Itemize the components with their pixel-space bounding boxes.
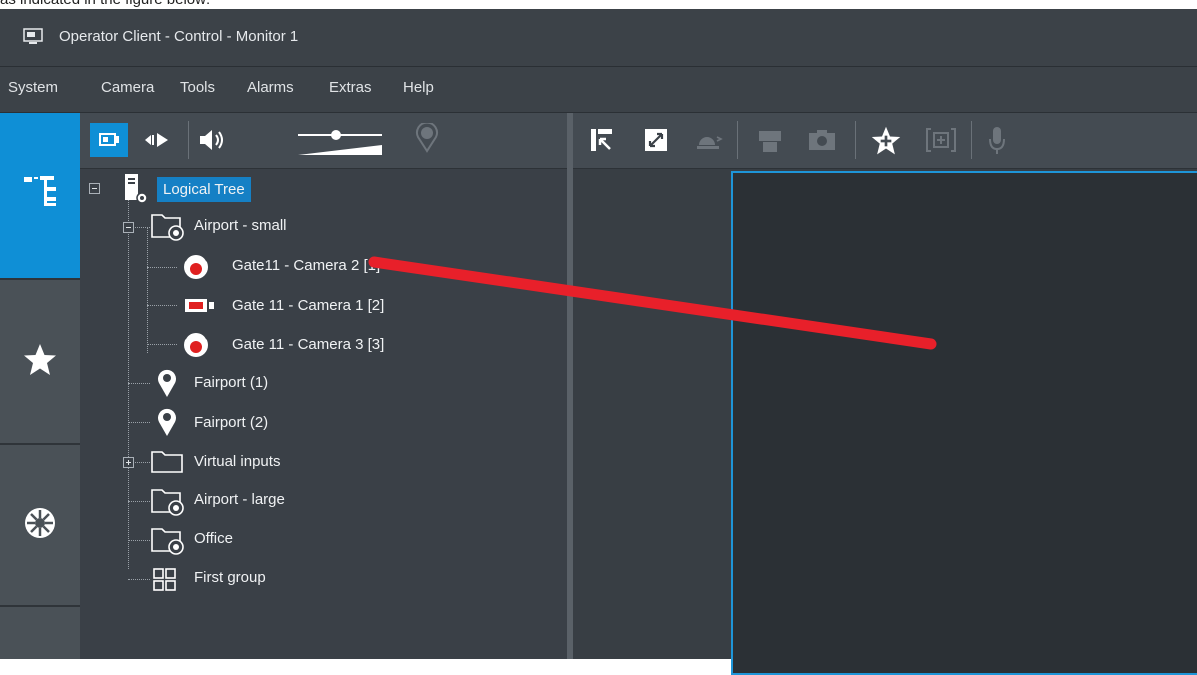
tree-guide — [147, 344, 177, 346]
tab-more[interactable] — [0, 607, 80, 659]
server-icon — [122, 172, 152, 209]
tree-guide — [128, 579, 150, 581]
app-monitor-icon — [23, 28, 43, 51]
left-tab-bar — [0, 113, 80, 659]
tree-toolbar — [80, 113, 567, 169]
toolbar-separator — [188, 121, 189, 159]
menu-alarms[interactable]: Alarms — [247, 79, 294, 96]
tree-item-first-group[interactable]: First group — [194, 569, 266, 586]
image-pane-selected[interactable] — [731, 171, 1197, 675]
tree-item-fairport-2[interactable]: Fairport (2) — [194, 414, 268, 431]
tree-root-logical-tree[interactable]: Logical Tree — [157, 177, 251, 202]
tree-item-gate11-camera2[interactable]: Gate11 - Camera 2 [1] — [232, 257, 380, 274]
window-title: Operator Client - Control - Monitor 1 — [59, 28, 299, 45]
menu-extras[interactable]: Extras — [329, 79, 372, 96]
ptz-camera-icon — [179, 329, 213, 366]
tree-item-airport-small[interactable]: Airport - small — [194, 217, 287, 234]
logical-tree: Logical Tree Airport - small Gate11 - Ca… — [80, 169, 567, 659]
map-pin-icon — [156, 368, 178, 403]
volume-slider[interactable] — [296, 125, 384, 164]
tree-item-gate11-camera1[interactable]: Gate 11 - Camera 1 [2] — [232, 297, 384, 314]
tree-guide — [128, 501, 150, 503]
toolbar-separator — [737, 121, 738, 159]
map-pin-icon — [156, 407, 178, 442]
pane-layout-icon[interactable] — [589, 127, 615, 158]
add-favorite-star-icon[interactable] — [870, 125, 902, 162]
fullscreen-icon[interactable] — [643, 127, 669, 158]
alarm-wheel-icon — [22, 505, 58, 546]
menu-tools[interactable]: Tools — [180, 79, 215, 96]
expand-virtual-inputs-toggle[interactable] — [123, 457, 134, 468]
menu-camera[interactable]: Camera — [101, 79, 154, 96]
menu-system[interactable]: System — [8, 79, 58, 96]
tree-guide — [128, 383, 150, 385]
tree-item-fairport-1[interactable]: Fairport (1) — [194, 374, 268, 391]
tab-alarms[interactable] — [0, 445, 80, 607]
operator-client-window: Operator Client - Control - Monitor 1 Sy… — [0, 9, 1197, 675]
box-camera-icon — [183, 296, 219, 321]
site-folder-icon — [150, 211, 186, 246]
logical-tree-panel: Logical Tree Airport - small Gate11 - Ca… — [80, 113, 567, 659]
site-folder-icon — [150, 486, 186, 521]
tree-item-office[interactable]: Office — [194, 530, 233, 547]
tree-guide — [128, 540, 150, 542]
toolbar-separator — [971, 121, 972, 159]
snapshot-camera-icon[interactable] — [807, 127, 837, 158]
print-icon[interactable] — [755, 127, 785, 160]
tab-favorites[interactable] — [0, 280, 80, 445]
instant-playback-icon[interactable] — [925, 127, 957, 158]
tree-guide — [128, 422, 150, 424]
image-toolbar — [573, 113, 1197, 169]
title-bar: Operator Client - Control - Monitor 1 — [0, 9, 1197, 67]
tree-guide — [128, 189, 130, 569]
tab-logical-tree[interactable] — [0, 113, 80, 280]
tree-item-airport-large[interactable]: Airport - large — [194, 491, 285, 508]
alarm-disabled-icon[interactable] — [693, 127, 723, 158]
tree-item-gate11-camera3[interactable]: Gate 11 - Camera 3 [3] — [232, 336, 384, 353]
microphone-icon[interactable] — [986, 125, 1008, 162]
star-icon — [22, 342, 58, 383]
tree-guide — [147, 227, 149, 353]
caption-text: as indicated in the figure below: — [0, 0, 210, 9]
map-location-icon[interactable] — [413, 121, 441, 158]
live-mode-button[interactable] — [90, 123, 128, 157]
tree-item-virtual-inputs[interactable]: Virtual inputs — [194, 453, 280, 470]
tree-guide — [147, 267, 177, 269]
folder-icon — [150, 449, 186, 480]
image-window-area — [573, 113, 1197, 675]
logical-tree-icon — [22, 173, 58, 214]
playback-mode-icon[interactable] — [142, 130, 172, 155]
speaker-icon[interactable] — [198, 129, 228, 156]
menu-bar: System Camera Tools Alarms Extras Help — [0, 67, 1197, 113]
ptz-camera-icon — [179, 251, 213, 288]
site-folder-icon — [150, 525, 186, 560]
collapse-root-toggle[interactable] — [89, 183, 100, 194]
menu-help[interactable]: Help — [403, 79, 434, 96]
collapse-airport-small-toggle[interactable] — [123, 222, 134, 233]
toolbar-separator — [855, 121, 856, 159]
tree-guide — [147, 305, 177, 307]
group-grid-icon — [152, 567, 178, 598]
